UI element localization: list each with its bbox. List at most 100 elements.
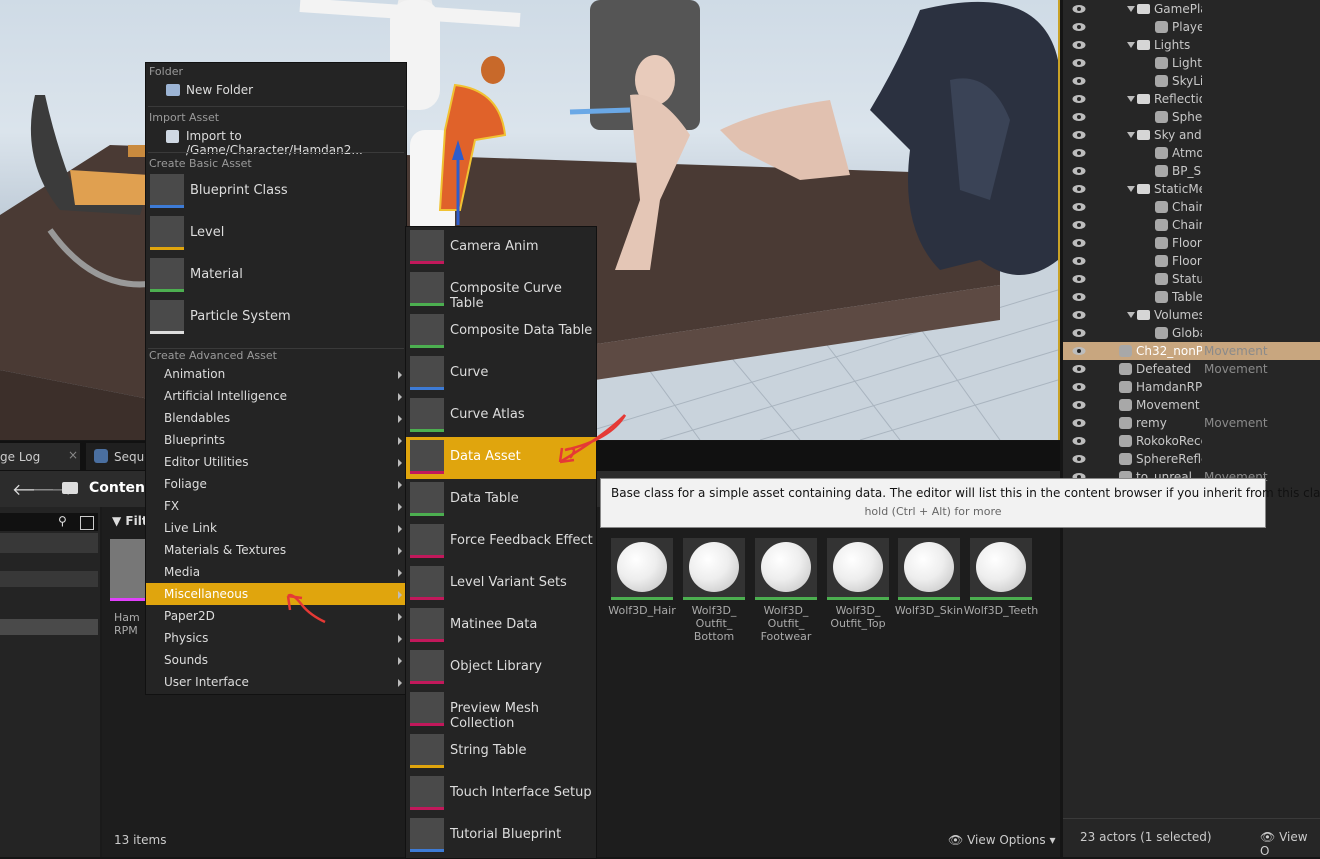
outliner-row[interactable]: HamdanRPI xyxy=(1063,378,1320,396)
asset-thumbnail[interactable] xyxy=(755,538,817,600)
folder-row[interactable] xyxy=(0,533,98,553)
menu-category-item[interactable]: Animation xyxy=(146,363,406,385)
expand-arrow-icon[interactable] xyxy=(1127,132,1135,138)
outliner-row[interactable]: Chair xyxy=(1063,198,1320,216)
visibility-eye-icon[interactable] xyxy=(1072,381,1086,391)
folder-icon xyxy=(1137,130,1150,140)
outliner-row[interactable]: Chair xyxy=(1063,216,1320,234)
outliner-row[interactable]: remy Movement xyxy=(1063,414,1320,432)
visibility-eye-icon[interactable] xyxy=(1072,435,1086,445)
expand-arrow-icon[interactable] xyxy=(1127,186,1135,192)
menu-category-item[interactable]: Sounds xyxy=(146,649,406,671)
asset-thumbnail[interactable] xyxy=(898,538,960,600)
menu-item-label: Level xyxy=(190,225,225,240)
outliner-row[interactable]: Table xyxy=(1063,288,1320,306)
outliner-row[interactable]: Statue xyxy=(1063,270,1320,288)
submenu-item[interactable]: Touch Interface Setup xyxy=(406,773,596,815)
expand-arrow-icon[interactable] xyxy=(1127,42,1135,48)
outliner-view-options-button[interactable]: 👁 View O xyxy=(1260,830,1320,858)
visibility-eye-icon[interactable] xyxy=(1072,417,1086,427)
visibility-eye-icon[interactable] xyxy=(1072,75,1086,85)
menu-category-item[interactable]: User Interface xyxy=(146,671,406,693)
visibility-eye-icon[interactable] xyxy=(1072,129,1086,139)
tab-message-log[interactable]: ge Log × xyxy=(0,443,80,470)
visibility-eye-icon[interactable] xyxy=(1072,111,1086,121)
outliner-row[interactable]: Volumes xyxy=(1063,306,1320,324)
outliner-row[interactable]: GamePlayA xyxy=(1063,0,1320,18)
outliner-row[interactable]: Movement xyxy=(1063,396,1320,414)
visibility-eye-icon[interactable] xyxy=(1072,399,1086,409)
visibility-eye-icon[interactable] xyxy=(1072,57,1086,67)
asset-thumbnail-character[interactable] xyxy=(110,539,150,601)
import-item[interactable]: Import to /Game/Character/Hamdan2... xyxy=(146,125,406,157)
visibility-eye-icon[interactable] xyxy=(1072,453,1086,463)
outliner-row[interactable]: SkyLight xyxy=(1063,72,1320,90)
view-options-button[interactable]: 👁 View Options ▾ xyxy=(948,833,1056,847)
close-icon[interactable]: × xyxy=(68,448,78,462)
submenu-item[interactable]: Object Library xyxy=(406,647,596,689)
sequencer-icon xyxy=(94,449,108,463)
visibility-eye-icon[interactable] xyxy=(1072,39,1086,49)
new-folder-item[interactable]: New Folder xyxy=(146,79,406,101)
outliner-row[interactable]: Defeated Movement xyxy=(1063,360,1320,378)
folder-row[interactable] xyxy=(0,571,98,587)
material-icon xyxy=(150,258,184,292)
outliner-row[interactable]: Floor xyxy=(1063,252,1320,270)
outliner-row[interactable]: Lights xyxy=(1063,36,1320,54)
visibility-eye-icon[interactable] xyxy=(1072,21,1086,31)
folder-row[interactable] xyxy=(0,619,98,635)
composite-data-table-icon xyxy=(410,314,444,348)
outliner-row[interactable]: SphereRefle xyxy=(1063,450,1320,468)
outliner-row[interactable]: Floor xyxy=(1063,234,1320,252)
create-material-item[interactable]: Material xyxy=(146,255,406,297)
visibility-eye-icon[interactable] xyxy=(1072,273,1086,283)
expand-arrow-icon[interactable] xyxy=(1127,6,1135,12)
visibility-eye-icon[interactable] xyxy=(1072,3,1086,13)
outliner-row[interactable]: Light Sou xyxy=(1063,54,1320,72)
submenu-item[interactable]: Curve xyxy=(406,353,596,395)
outliner-row[interactable]: SphereRe xyxy=(1063,108,1320,126)
create-particle-system-item[interactable]: Particle System xyxy=(146,297,406,339)
tab-sequencer[interactable]: Seque xyxy=(86,443,152,470)
submenu-item[interactable]: Preview Mesh Collection xyxy=(406,689,596,731)
visibility-eye-icon[interactable] xyxy=(1072,147,1086,157)
visibility-eye-icon[interactable] xyxy=(1072,219,1086,229)
asset-thumbnail[interactable] xyxy=(970,538,1032,600)
tooltip-hint: hold (Ctrl + Alt) for more xyxy=(864,505,1002,518)
expand-arrow-icon[interactable] xyxy=(1127,312,1135,318)
outliner-row[interactable]: StaticMeshe xyxy=(1063,180,1320,198)
asset-thumbnail[interactable] xyxy=(683,538,745,600)
content-path-label[interactable]: Content xyxy=(89,480,152,496)
create-blueprint-item[interactable]: Blueprint Class xyxy=(146,171,406,213)
asset-thumbnail[interactable] xyxy=(827,538,889,600)
visibility-eye-icon[interactable] xyxy=(1072,309,1086,319)
outliner-row[interactable]: Atmosphe xyxy=(1063,144,1320,162)
outliner-row[interactable]: ReflectionCa xyxy=(1063,90,1320,108)
visibility-eye-icon[interactable] xyxy=(1072,327,1086,337)
visibility-eye-icon[interactable] xyxy=(1072,255,1086,265)
submenu-item[interactable]: Camera Anim xyxy=(406,227,596,269)
visibility-eye-icon[interactable] xyxy=(1072,345,1086,355)
actor-name: Sky and Fog xyxy=(1154,128,1202,142)
outliner-row[interactable]: RokokoRece xyxy=(1063,432,1320,450)
visibility-eye-icon[interactable] xyxy=(1072,93,1086,103)
outliner-row[interactable]: Sky and Fog xyxy=(1063,126,1320,144)
submenu-item[interactable]: Composite Curve Table xyxy=(406,269,596,311)
visibility-eye-icon[interactable] xyxy=(1072,237,1086,247)
submenu-item[interactable]: Composite Data Table xyxy=(406,311,596,353)
visibility-eye-icon[interactable] xyxy=(1072,291,1086,301)
list-icon[interactable] xyxy=(80,516,94,530)
create-level-item[interactable]: Level xyxy=(146,213,406,255)
visibility-eye-icon[interactable] xyxy=(1072,201,1086,211)
expand-arrow-icon[interactable] xyxy=(1127,96,1135,102)
outliner-row[interactable]: GlobalPos xyxy=(1063,324,1320,342)
visibility-eye-icon[interactable] xyxy=(1072,165,1086,175)
outliner-row[interactable]: BP_Sky_S xyxy=(1063,162,1320,180)
outliner-row[interactable]: Ch32_nonP Movement xyxy=(1063,342,1320,360)
visibility-eye-icon[interactable] xyxy=(1072,363,1086,373)
search-input[interactable]: ⚲ xyxy=(0,513,98,531)
submenu-item[interactable]: String Table xyxy=(406,731,596,773)
visibility-eye-icon[interactable] xyxy=(1072,183,1086,193)
submenu-item[interactable]: Tutorial Blueprint xyxy=(406,815,596,857)
outliner-row[interactable]: Player Sta xyxy=(1063,18,1320,36)
